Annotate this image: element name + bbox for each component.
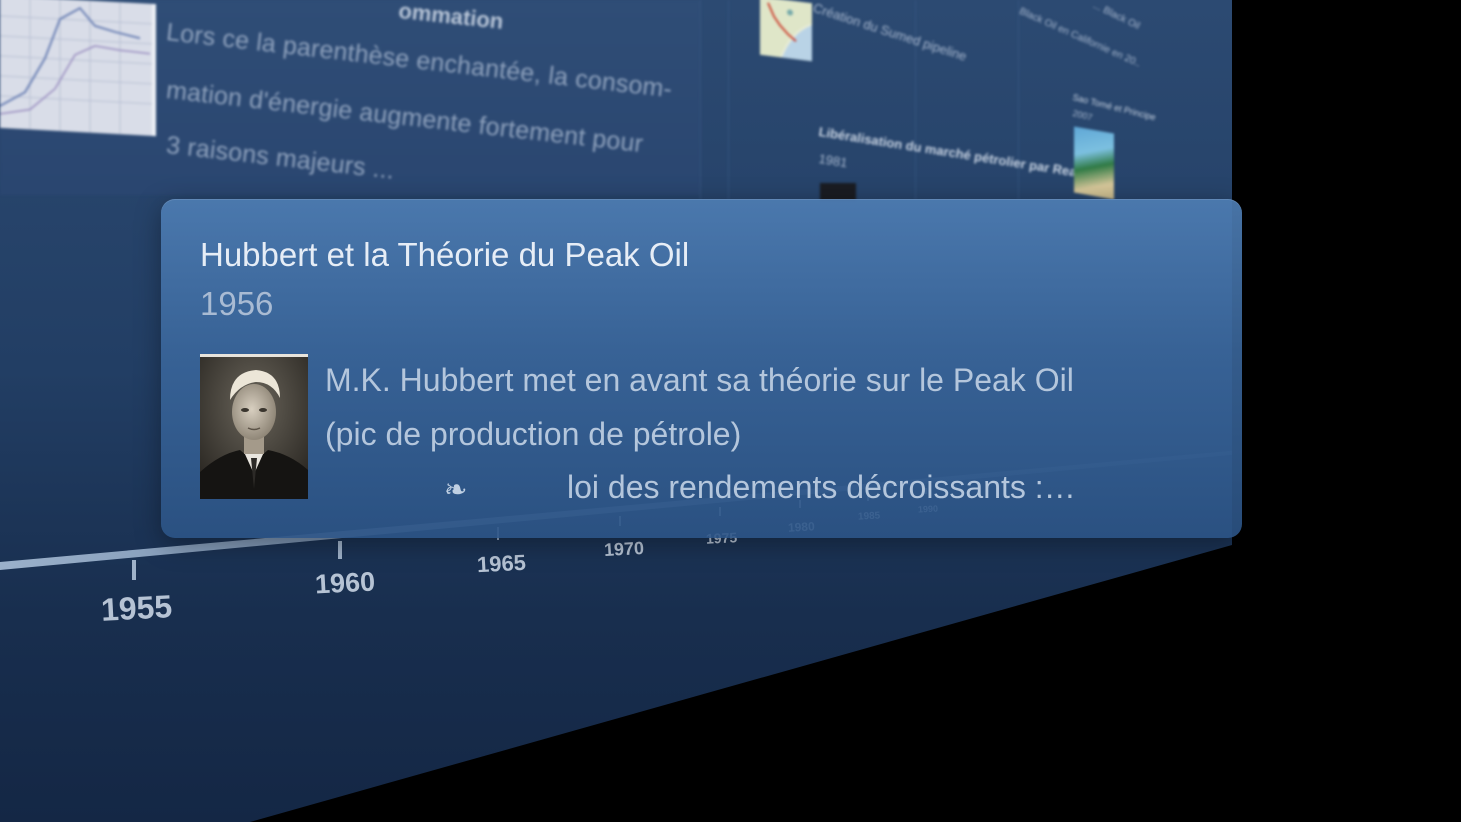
portrait-photo[interactable] <box>200 354 308 499</box>
chart-thumbnail[interactable] <box>0 0 156 137</box>
event-description-line: M.K. Hubbert met en avant sa théorie sur… <box>325 362 1074 398</box>
event-detail-popup[interactable]: Hubbert et la Théorie du Peak Oil 1956 M… <box>161 199 1242 538</box>
column-divider <box>915 0 916 200</box>
map-thumbnail[interactable] <box>760 0 812 62</box>
event-description-line: (pic de production de pétrole) <box>325 416 742 452</box>
tick-label: 1965 <box>476 549 527 578</box>
tick-label: 1970 <box>603 537 645 561</box>
fleuron-icon: ❧ <box>444 474 468 505</box>
reagan-event-title[interactable]: Libéralisation du marché pétrolier par R… <box>818 124 1101 183</box>
event-title: Hubbert et la Théorie du Peak Oil <box>200 236 690 273</box>
sao-tome-year: 2007 <box>1071 108 1094 123</box>
tick-label: 1955 <box>100 588 174 628</box>
column-divider <box>700 0 701 200</box>
beach-thumbnail[interactable] <box>1074 126 1114 200</box>
event-year: 1956 <box>200 285 274 322</box>
timeline-scene: ommation Lors ce la parenthèse enchantée… <box>0 0 1461 822</box>
reagan-event-year: 1981 <box>817 151 849 171</box>
tick-label: 1960 <box>314 566 376 600</box>
event-description-line: loi des rendements décroissants :… <box>567 469 1076 505</box>
column-divider <box>728 0 729 200</box>
sumed-caption: Création du Sumed pipeline <box>811 0 969 64</box>
top-right-caption: ... Black Oil <box>1091 0 1142 33</box>
